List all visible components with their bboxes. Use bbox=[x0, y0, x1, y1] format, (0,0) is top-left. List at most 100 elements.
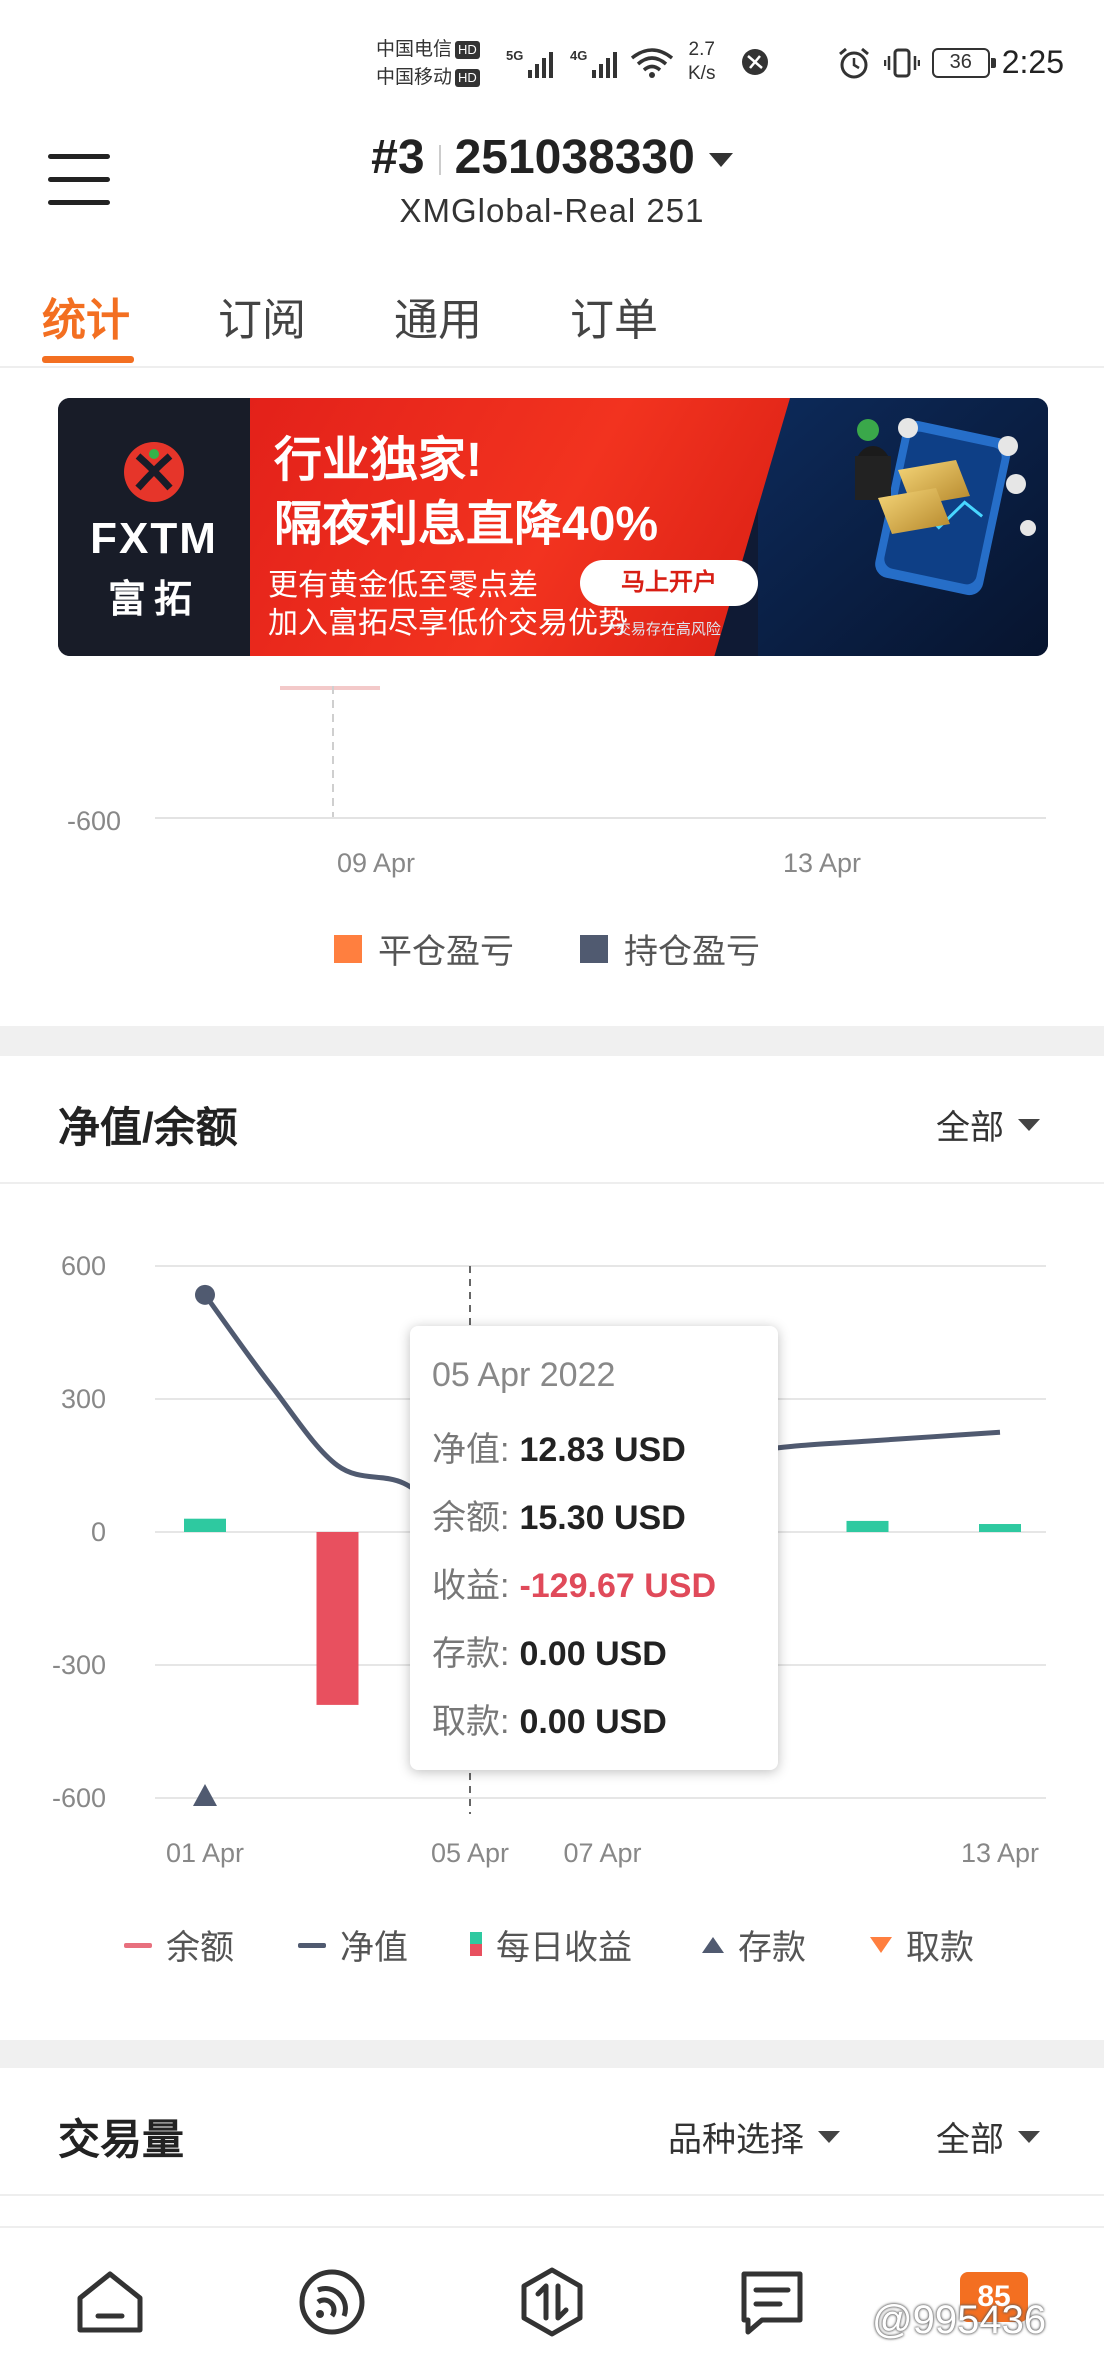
daily-profit-bar bbox=[184, 1518, 226, 1532]
pnl-bar-remnant bbox=[280, 686, 380, 690]
y-tick-label: -300 bbox=[52, 1650, 106, 1680]
legend-bar-swatch bbox=[470, 1931, 482, 1956]
server-name: XMGlobal-Real 251 bbox=[399, 192, 705, 229]
tab-subscription[interactable]: 订阅 bbox=[218, 284, 306, 348]
fxtm-logo-icon bbox=[124, 442, 184, 502]
x-tick-label: 05 Apr bbox=[431, 1838, 509, 1868]
tooltip-label: 余额: bbox=[432, 1499, 510, 1537]
y-tick-label: 600 bbox=[61, 1251, 106, 1281]
dropdown-value: 品种选择 bbox=[668, 2121, 804, 2159]
equity-start-point bbox=[195, 1284, 215, 1305]
wifi-icon bbox=[630, 48, 674, 78]
equity-range-dropdown[interactable]: 全部 bbox=[936, 1100, 1040, 1149]
legend-label: 净值 bbox=[340, 1929, 408, 1967]
carrier-2: 中国移动 bbox=[376, 67, 453, 88]
account-selector[interactable]: #3 251038330 bbox=[0, 130, 1104, 185]
chart-tooltip: 05 Apr 2022 净值: 12.83 USD 余额: 15.30 USD 收益… bbox=[410, 1326, 778, 1770]
section-divider bbox=[0, 2040, 1104, 2068]
network-type-4g: 4G bbox=[570, 48, 587, 63]
legend-balance[interactable]: 余额 bbox=[122, 1920, 234, 1969]
banner-illustration bbox=[758, 398, 1048, 656]
clock: 2:25 bbox=[1001, 44, 1064, 80]
daily-profit-bar bbox=[846, 1520, 889, 1532]
tooltip-value: 0.00 USD bbox=[519, 1703, 667, 1741]
watermark: @995436 bbox=[872, 2298, 1047, 2342]
tab-statistics[interactable]: 统计 bbox=[42, 284, 130, 348]
network-type-5g: 5G bbox=[506, 48, 523, 63]
divider bbox=[0, 2194, 1104, 2196]
volume-section-title: 交易量 bbox=[58, 2116, 185, 2163]
pnl-x-tick: 13 Apr bbox=[783, 848, 861, 878]
banner-subtext-2: 加入富拓尽享低价交易优势 bbox=[268, 607, 628, 640]
y-tick-label: -600 bbox=[52, 1783, 106, 1813]
messages-icon[interactable] bbox=[734, 2264, 810, 2340]
risk-disclaimer: *交易存在高风险 bbox=[610, 621, 721, 638]
status-right: 36 2:25 bbox=[836, 44, 1064, 81]
alarm-icon bbox=[838, 47, 869, 78]
tooltip-row-withdrawal: 取款: 0.00 USD bbox=[432, 1694, 667, 1743]
promo-banner[interactable]: 行业独家! 隔夜利息直降40% 更有黄金低至零点差 加入富拓尽享低价交易优势 F… bbox=[58, 398, 1048, 656]
divider bbox=[438, 145, 441, 176]
triangle-down-icon bbox=[870, 1936, 892, 1953]
daily-profit-bar bbox=[316, 1532, 359, 1705]
chevron-down-icon bbox=[818, 2130, 840, 2143]
dropdown-value: 全部 bbox=[936, 2121, 1004, 2159]
y-tick-label: 0 bbox=[91, 1517, 106, 1547]
legend-open-pnl[interactable]: 持仓盈亏 bbox=[580, 924, 760, 973]
speed-value: 2.7 bbox=[688, 39, 715, 60]
triangle-up-icon bbox=[702, 1936, 724, 1953]
legend-swatch bbox=[334, 934, 362, 963]
pnl-y-tick: -600 bbox=[67, 806, 121, 836]
legend-closed-pnl[interactable]: 平仓盈亏 bbox=[334, 924, 514, 973]
signals-icon[interactable] bbox=[294, 2264, 370, 2340]
network-speed: 2.7 K/s bbox=[688, 38, 715, 86]
legend-equity[interactable]: 净值 bbox=[296, 1920, 408, 1969]
speed-unit: K/s bbox=[688, 63, 716, 84]
x-tick-label: 01 Apr bbox=[166, 1838, 244, 1868]
open-account-button[interactable]: 马上开户 bbox=[580, 560, 758, 606]
tooltip-value: 12.83 USD bbox=[519, 1431, 686, 1469]
banner-headline-2: 隔夜利息直降40% bbox=[274, 498, 659, 551]
fxtm-logo-panel: FXTM 富拓 bbox=[58, 398, 250, 656]
tab-bar: 统计 订阅 通用 订单 bbox=[0, 270, 1104, 368]
tab-orders[interactable]: 订单 bbox=[570, 284, 658, 348]
volume-range-dropdown[interactable]: 全部 bbox=[936, 2112, 1040, 2161]
tooltip-row-profit: 收益: -129.67 USD bbox=[432, 1558, 716, 1607]
home-icon[interactable] bbox=[72, 2264, 148, 2340]
legend-label: 每日收益 bbox=[496, 1929, 632, 1967]
tooltip-value: 15.30 USD bbox=[519, 1499, 686, 1537]
tooltip-value: -129.67 USD bbox=[519, 1567, 716, 1605]
tooltip-label: 净值: bbox=[432, 1431, 510, 1469]
daily-profit-bar bbox=[979, 1524, 1021, 1532]
tooltip-row-deposit: 存款: 0.00 USD bbox=[432, 1626, 667, 1675]
hd-badge: HD bbox=[455, 68, 480, 87]
banner-headline-1: 行业独家! bbox=[274, 434, 482, 487]
legend-line-swatch bbox=[124, 1942, 152, 1948]
tooltip-label: 取款: bbox=[432, 1703, 510, 1741]
tooltip-label: 存款: bbox=[432, 1635, 510, 1673]
legend-label: 取款 bbox=[906, 1929, 974, 1967]
tab-general[interactable]: 通用 bbox=[394, 284, 482, 348]
tooltip-row-equity: 净值: 12.83 USD bbox=[432, 1422, 686, 1471]
tooltip-date: 05 Apr 2022 bbox=[432, 1356, 616, 1394]
vibrate-icon bbox=[883, 48, 920, 77]
trade-icon[interactable] bbox=[514, 2264, 590, 2340]
equity-legend: 余额 净值 每日收益 存款 取款 bbox=[0, 1920, 1104, 1970]
hd-badge: HD bbox=[455, 40, 480, 59]
active-tab-indicator bbox=[42, 356, 134, 363]
tooltip-value: 0.00 USD bbox=[519, 1635, 667, 1673]
legend-deposit[interactable]: 存款 bbox=[700, 1920, 806, 1969]
legend-withdrawal[interactable]: 取款 bbox=[868, 1920, 974, 1969]
pnl-x-tick: 09 Apr bbox=[337, 848, 415, 878]
chevron-down-icon bbox=[1018, 2130, 1040, 2143]
section-divider bbox=[0, 1026, 1104, 1056]
deposit-marker bbox=[193, 1784, 217, 1806]
bottom-navigation: 85 @995436 bbox=[0, 2226, 1104, 2376]
sync-icon bbox=[742, 49, 768, 75]
legend-daily-profit[interactable]: 每日收益 bbox=[466, 1920, 632, 1969]
app-header: #3 251038330 XMGlobal-Real 251 bbox=[0, 130, 1104, 240]
chevron-down-icon bbox=[708, 153, 733, 168]
symbol-filter-dropdown[interactable]: 品种选择 bbox=[668, 2112, 840, 2161]
legend-line-swatch bbox=[298, 1942, 326, 1948]
account-number: 251038330 bbox=[454, 131, 695, 184]
